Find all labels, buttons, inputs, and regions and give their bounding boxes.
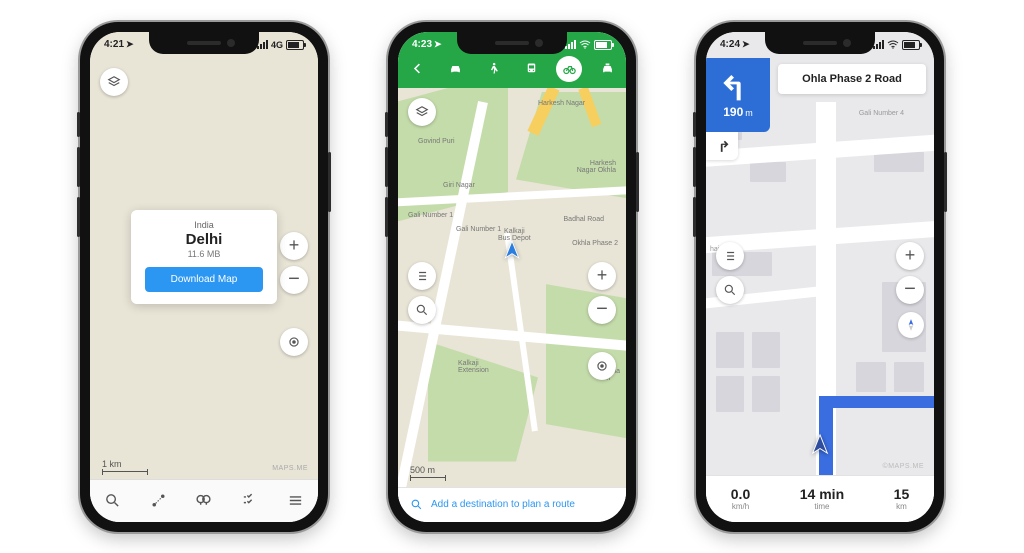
compass-icon [904,318,918,332]
turn-instruction: 190m [706,58,770,132]
turn-left-icon [722,71,754,103]
dist-value: 15 [894,486,910,502]
status-time: 4:23 [412,39,432,50]
add-destination-label: Add a destination to plan a route [431,499,575,510]
turn-unit: m [745,108,753,118]
map-label: Gali Number 4 [859,110,904,117]
scale-label: 1 km [102,459,122,469]
map-label: Harkesh Nagar Okhla [577,160,616,174]
current-road-name: Ohla Phase 2 Road [778,64,926,94]
compass-button[interactable] [898,312,924,338]
map-attribution: ©MAPS.ME [883,463,924,470]
zoom-in-button[interactable]: + [588,262,616,290]
scale-label: 500 m [410,465,435,475]
layers-button[interactable] [408,98,436,126]
speed-value: 0.0 [731,486,750,502]
map-attribution: MAPS.ME [272,465,308,472]
nav-stats-bar: 0.0 km/h 14 min time 15 km [706,475,934,522]
battery-icon [902,40,920,50]
nav-heading-icon [809,433,831,460]
add-destination-bar[interactable]: Add a destination to plan a route [398,487,626,522]
scale-indicator: 500 m [410,465,446,478]
current-location-icon [502,240,522,265]
status-time: 4:24 [720,39,740,50]
map-label: Gali Number 1 [456,226,501,233]
zoom-out-button[interactable]: − [896,276,924,304]
turn-right-icon [715,139,729,153]
battery-icon [594,40,612,50]
bookmarks-tab[interactable] [227,492,273,509]
dist-unit: km [894,502,910,511]
map-label: Govind Puri [418,138,455,145]
status-time: 4:21 [104,39,124,50]
mode-taxi[interactable] [594,56,620,82]
next-turn-preview [706,132,738,160]
phone-route-modes: Harkesh Nagar Govind Puri Giri Nagar Gal… [388,22,636,532]
menu-tab[interactable] [272,492,318,509]
map-label: Giri Nagar [443,182,475,189]
zoom-in-button[interactable]: + [280,232,308,260]
locate-me-button[interactable] [280,328,308,356]
route-list-button[interactable] [408,262,436,290]
route-list-button[interactable] [716,242,744,270]
turn-distance: 190 [723,105,743,119]
location-services-icon: ➤ [126,39,134,50]
download-card: India Delhi 11.6 MB Download Map [131,210,277,304]
layers-button[interactable] [100,68,128,96]
stat-distance: 15 km [894,486,910,511]
network-label: 4G [271,40,283,50]
mode-car[interactable] [442,56,468,82]
map-label: Okhla Phase 2 [572,240,618,247]
search-button[interactable] [408,296,436,324]
discover-tab[interactable] [181,492,227,509]
map-label: Kalkaji Extension [458,360,489,374]
zoom-out-button[interactable]: − [588,296,616,324]
stat-eta: 14 min time [800,486,844,511]
phone-download: 4:21➤ 4G + − India Delhi 11.6 MB Downloa… [80,22,328,532]
phone-navigation: Gali Number 4 hai Marg 4:24➤ 190m Ohla P… [696,22,944,532]
bottom-toolbar [90,479,318,522]
location-services-icon: ➤ [434,39,442,50]
eta-value: 14 min [800,486,844,502]
zoom-out-button[interactable]: − [280,266,308,294]
battery-icon [286,40,304,50]
search-button[interactable] [716,276,744,304]
map-label: Gali Number 1 [408,212,453,219]
locate-me-button[interactable] [588,352,616,380]
map-label: Harkesh Nagar [538,100,585,107]
search-tab[interactable] [90,492,136,509]
zoom-in-button[interactable]: + [896,242,924,270]
scale-indicator: 1 km [102,459,148,472]
location-services-icon: ➤ [742,39,750,50]
card-size: 11.6 MB [145,249,263,259]
download-map-button[interactable]: Download Map [145,267,263,292]
back-button[interactable] [404,56,430,82]
mode-walk[interactable] [480,56,506,82]
card-country: India [145,220,263,230]
card-city: Delhi [145,231,263,248]
speed-unit: km/h [731,502,750,511]
route-tab[interactable] [136,492,182,509]
mode-transit[interactable] [518,56,544,82]
eta-unit: time [800,502,844,511]
map-label: Badhal Road [564,216,604,223]
stat-speed: 0.0 km/h [731,486,750,511]
mode-bike[interactable] [556,56,582,82]
search-icon [410,498,423,511]
wifi-icon [579,40,591,49]
wifi-icon [887,40,899,49]
